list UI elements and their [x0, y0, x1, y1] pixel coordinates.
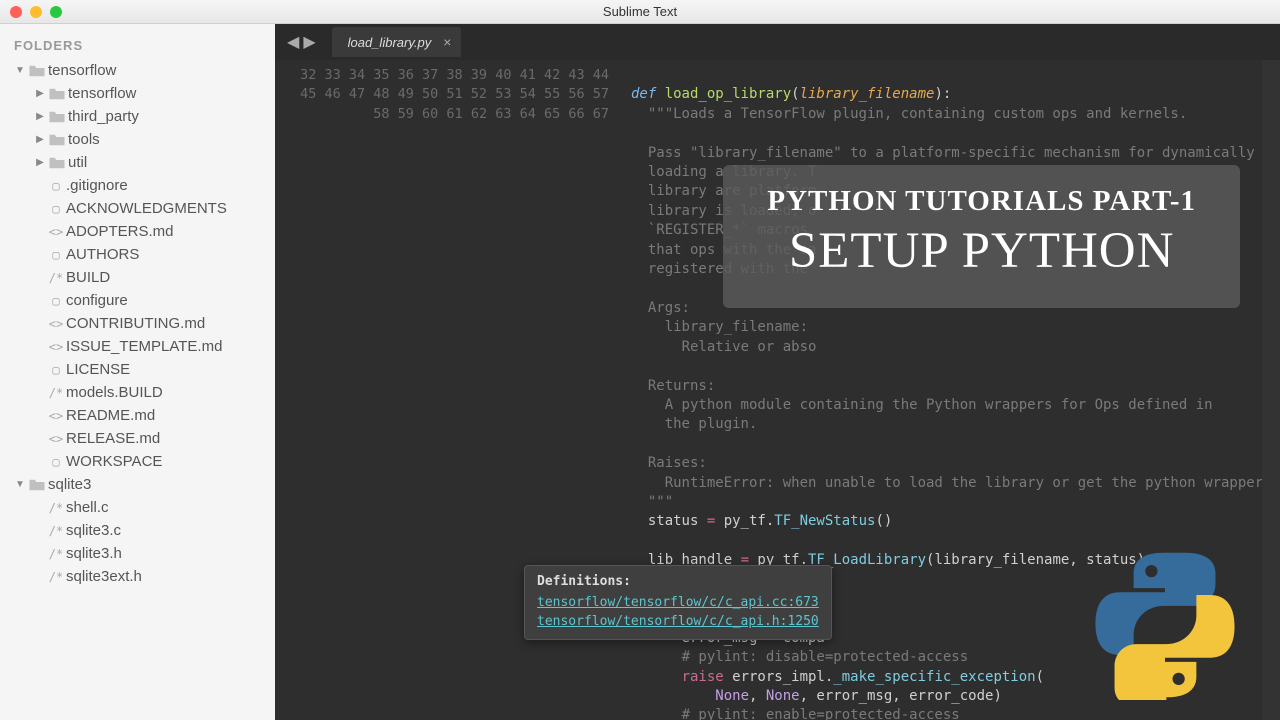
tree-label: models.BUILD [66, 384, 163, 401]
window-title: Sublime Text [603, 4, 677, 19]
tree-label: configure [66, 292, 128, 309]
folder-icon [46, 110, 68, 124]
file-icon: /* [46, 570, 66, 584]
file-item[interactable]: <>RELEASE.md [4, 427, 271, 450]
file-icon: /* [46, 386, 66, 400]
tree-label: ADOPTERS.md [66, 223, 174, 240]
file-icon: ▢ [46, 202, 66, 216]
file-icon: /* [46, 524, 66, 538]
tab-bar: ◀ ▶ load_library.py × [275, 24, 1280, 60]
titlebar: Sublime Text [0, 0, 1280, 24]
file-icon: /* [46, 547, 66, 561]
tree-label: .gitignore [66, 177, 128, 194]
tree-label: tensorflow [68, 85, 136, 102]
file-icon: /* [46, 501, 66, 515]
minimize-icon[interactable] [30, 6, 42, 18]
file-item[interactable]: /*shell.c [4, 496, 271, 519]
folder-icon [26, 64, 48, 78]
file-icon: /* [46, 271, 66, 285]
tree-label: WORKSPACE [66, 453, 162, 470]
tree-label: ACKNOWLEDGMENTS [66, 200, 227, 217]
file-item[interactable]: /*sqlite3.c [4, 519, 271, 542]
overlay-title: SETUP PYTHON [767, 222, 1196, 280]
sidebar: FOLDERS ▼tensorflow▶tensorflow▶third_par… [0, 24, 275, 720]
maximize-icon[interactable] [50, 6, 62, 18]
tree-label: RELEASE.md [66, 430, 160, 447]
definition-link[interactable]: tensorflow/tensorflow/c/c_api.cc:673 [537, 593, 819, 612]
file-icon: ▢ [46, 363, 66, 377]
file-item[interactable]: ▢WORKSPACE [4, 450, 271, 473]
tree-label: sqlite3ext.h [66, 568, 142, 585]
popup-title: Definitions: [537, 574, 819, 589]
file-icon: ▢ [46, 248, 66, 262]
file-icon: <> [46, 409, 66, 423]
disclosure-icon[interactable]: ▼ [14, 65, 26, 76]
tree-label: BUILD [66, 269, 110, 286]
file-icon: <> [46, 225, 66, 239]
python-logo-icon [1090, 550, 1240, 700]
file-item[interactable]: /*BUILD [4, 266, 271, 289]
disclosure-icon[interactable]: ▶ [34, 157, 46, 168]
tree-label: tensorflow [48, 62, 116, 79]
tab-file[interactable]: load_library.py × [332, 27, 462, 57]
file-item[interactable]: <>ADOPTERS.md [4, 220, 271, 243]
folder-icon [46, 87, 68, 101]
tree-label: AUTHORS [66, 246, 139, 263]
file-item[interactable]: /*sqlite3ext.h [4, 565, 271, 588]
tree-label: LICENSE [66, 361, 130, 378]
file-item[interactable]: ▢.gitignore [4, 174, 271, 197]
disclosure-icon[interactable]: ▼ [14, 479, 26, 490]
folder-item[interactable]: ▼ tensorflow [4, 59, 271, 82]
nav-forward-icon[interactable]: ▶ [303, 32, 315, 52]
sidebar-header: FOLDERS [4, 34, 271, 59]
folder-item[interactable]: ▶ tensorflow [4, 82, 271, 105]
close-icon[interactable]: × [443, 34, 451, 50]
file-item[interactable]: ▢ACKNOWLEDGMENTS [4, 197, 271, 220]
file-icon: <> [46, 317, 66, 331]
folder-item[interactable]: ▼ sqlite3 [4, 473, 271, 496]
tree-label: sqlite3 [48, 476, 91, 493]
overlay-banner: PYTHON TUTORIALS PART-1 SETUP PYTHON [723, 165, 1240, 308]
tree-label: util [68, 154, 87, 171]
nav-back-icon[interactable]: ◀ [287, 32, 299, 52]
tree-label: shell.c [66, 499, 109, 516]
file-item[interactable]: ▢LICENSE [4, 358, 271, 381]
folder-icon [46, 156, 68, 170]
file-icon: ▢ [46, 294, 66, 308]
file-icon: ▢ [46, 455, 66, 469]
folder-item[interactable]: ▶ third_party [4, 105, 271, 128]
tree-label: third_party [68, 108, 139, 125]
file-item[interactable]: <>CONTRIBUTING.md [4, 312, 271, 335]
file-item[interactable]: /*models.BUILD [4, 381, 271, 404]
tree-label: sqlite3.h [66, 545, 122, 562]
tree-label: ISSUE_TEMPLATE.md [66, 338, 222, 355]
tree-label: CONTRIBUTING.md [66, 315, 205, 332]
tree-label: tools [68, 131, 100, 148]
minimap[interactable] [1262, 60, 1280, 720]
folder-icon [26, 478, 48, 492]
tree-label: sqlite3.c [66, 522, 121, 539]
tree-label: README.md [66, 407, 155, 424]
file-item[interactable]: <>ISSUE_TEMPLATE.md [4, 335, 271, 358]
file-item[interactable]: /*sqlite3.h [4, 542, 271, 565]
overlay-subtitle: PYTHON TUTORIALS PART-1 [767, 185, 1196, 218]
folder-icon [46, 133, 68, 147]
folder-item[interactable]: ▶ util [4, 151, 271, 174]
definitions-popup: Definitions: tensorflow/tensorflow/c/c_a… [524, 565, 832, 640]
window-controls [0, 6, 62, 18]
file-icon: <> [46, 340, 66, 354]
disclosure-icon[interactable]: ▶ [34, 134, 46, 145]
file-icon: <> [46, 432, 66, 446]
folder-item[interactable]: ▶ tools [4, 128, 271, 151]
file-icon: ▢ [46, 179, 66, 193]
tab-label: load_library.py [348, 35, 432, 50]
file-item[interactable]: ▢AUTHORS [4, 243, 271, 266]
folder-tree: ▼tensorflow▶tensorflow▶third_party▶tools… [4, 59, 271, 588]
disclosure-icon[interactable]: ▶ [34, 111, 46, 122]
definition-link[interactable]: tensorflow/tensorflow/c/c_api.h:1250 [537, 612, 819, 631]
file-item[interactable]: <>README.md [4, 404, 271, 427]
disclosure-icon[interactable]: ▶ [34, 88, 46, 99]
close-icon[interactable] [10, 6, 22, 18]
file-item[interactable]: ▢configure [4, 289, 271, 312]
